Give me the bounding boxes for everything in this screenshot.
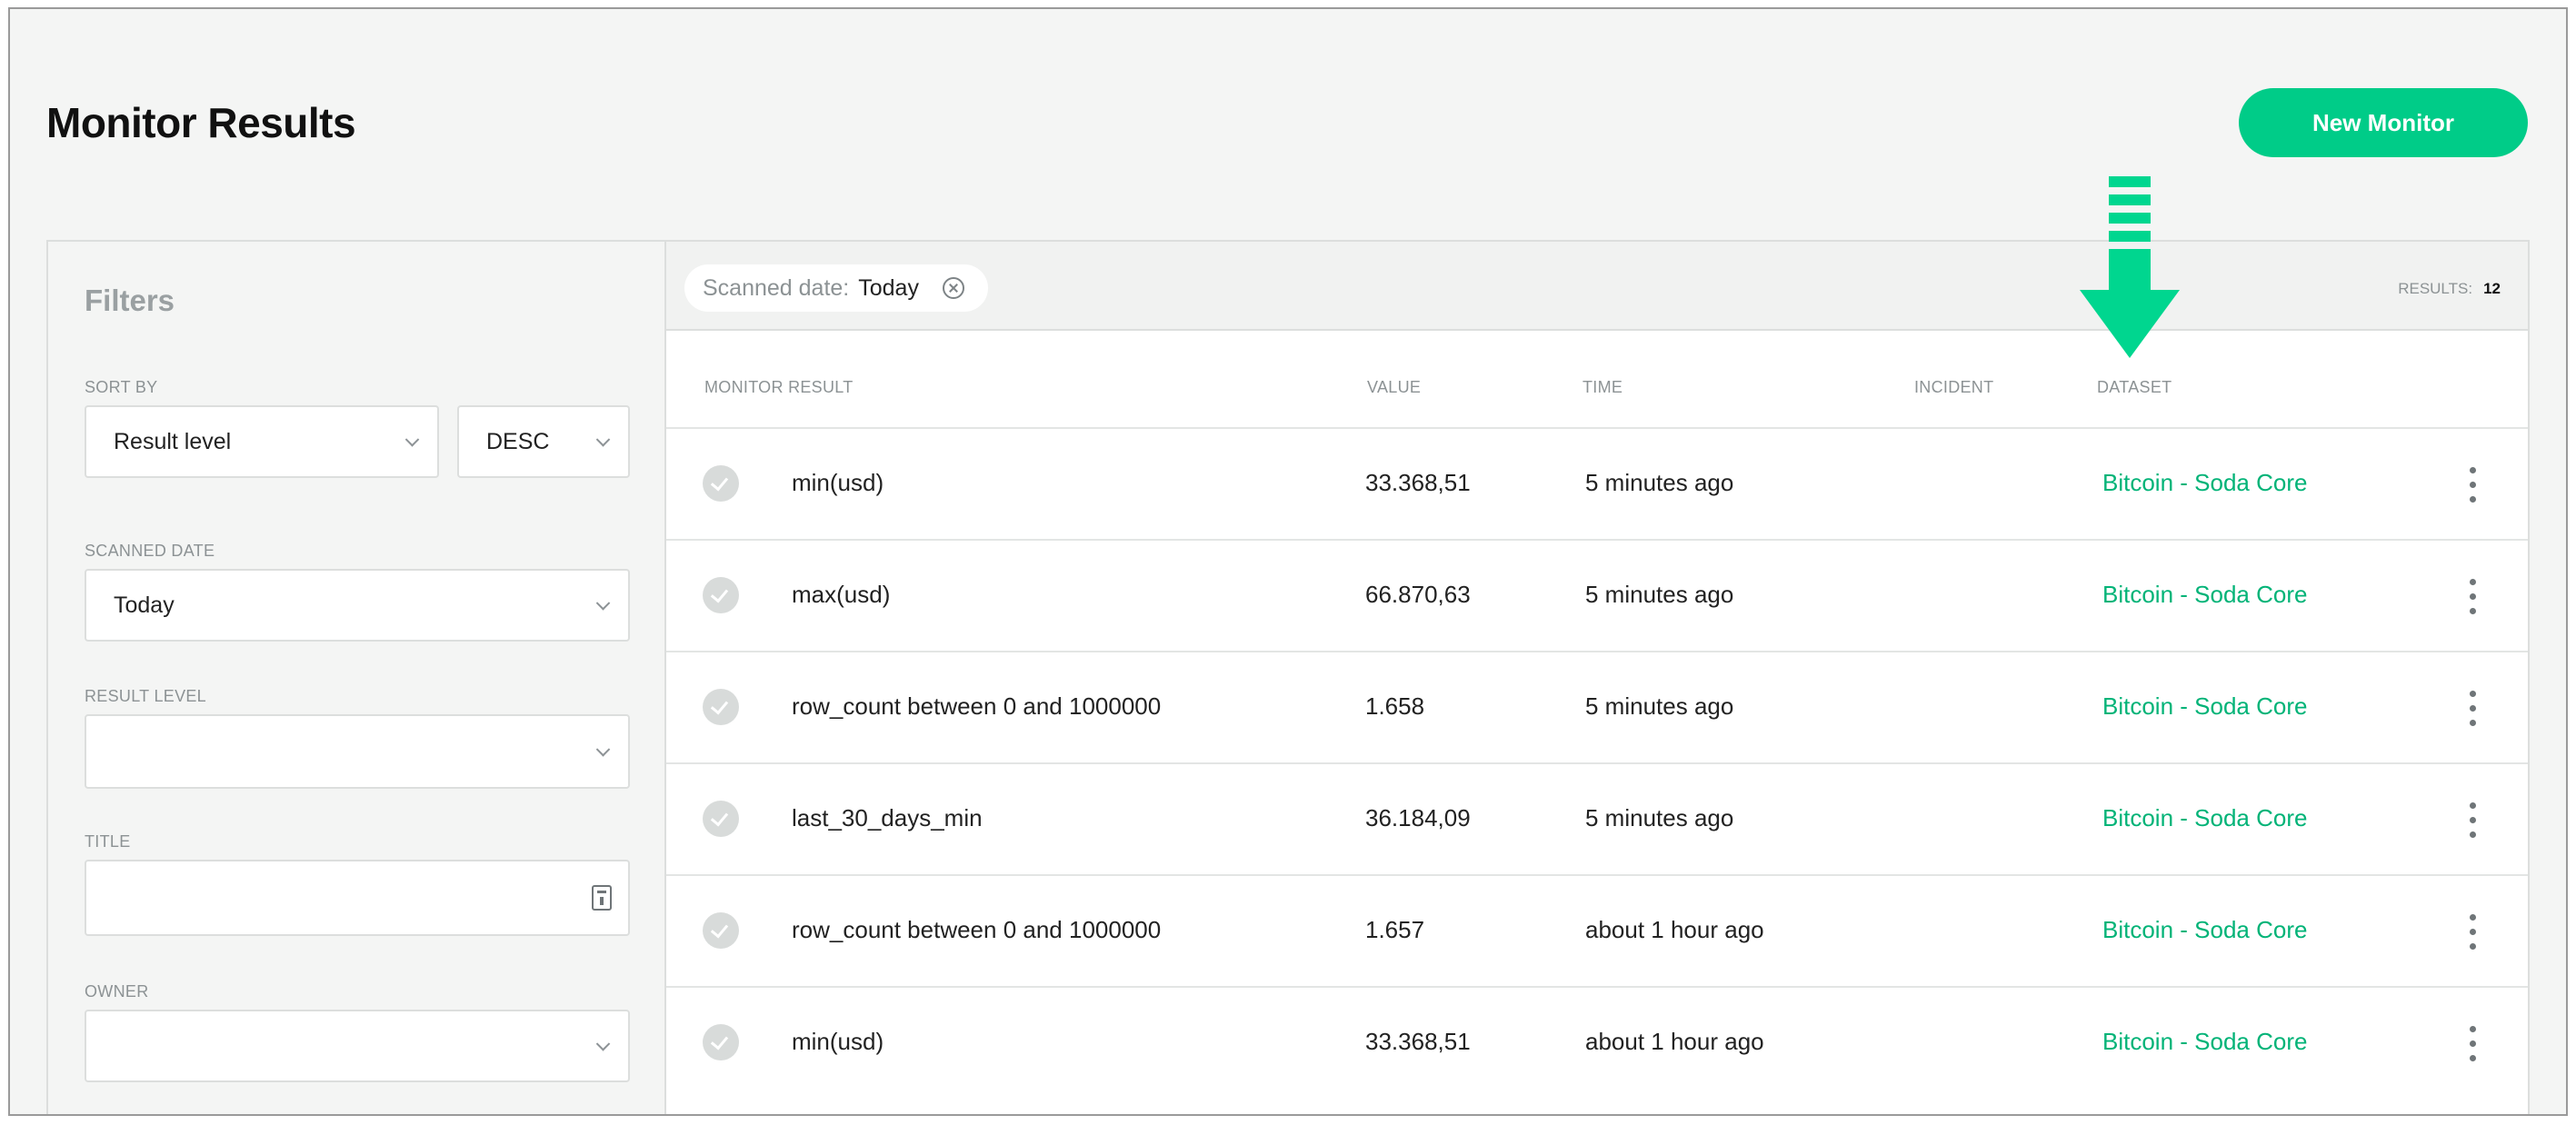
check-circle-icon: [703, 1024, 739, 1060]
chevron-down-icon: [404, 433, 420, 447]
title-label: TITLE: [85, 832, 131, 851]
results-header: Scanned date: Today RESULTS: 12: [666, 242, 2528, 331]
check-circle-icon: [703, 912, 739, 949]
value-cell: 66.870,63: [1365, 581, 1471, 608]
dataset-link[interactable]: Bitcoin - Soda Core: [2102, 692, 2307, 721]
column-header-incident[interactable]: INCIDENT: [1914, 378, 1993, 397]
table-row[interactable]: row_count between 0 and 1000000 1.657 abou…: [666, 874, 2528, 985]
calendar-icon[interactable]: [592, 885, 612, 911]
results-count-label: RESULTS:: [2398, 280, 2473, 297]
dataset-link[interactable]: Bitcoin - Soda Core: [2102, 469, 2307, 497]
value-cell: 1.657: [1365, 916, 1425, 943]
check-circle-icon: [703, 689, 739, 725]
page-title: Monitor Results: [46, 99, 356, 146]
monitor-result-cell: last_30_days_min: [792, 804, 983, 831]
time-cell: 5 minutes ago: [1585, 692, 1734, 720]
down-arrow-annotation: [2080, 176, 2180, 358]
scanned-date-value: Today: [114, 592, 175, 618]
dataset-link[interactable]: Bitcoin - Soda Core: [2102, 916, 2307, 944]
filters-panel: Filters SORT BY Result level DESC SCANNE…: [46, 240, 666, 1114]
kebab-menu-icon[interactable]: [2469, 579, 2476, 615]
column-header-value[interactable]: VALUE: [1367, 378, 1421, 397]
scanned-date-label: SCANNED DATE: [85, 542, 215, 560]
active-filter-chip[interactable]: Scanned date: Today: [684, 264, 988, 312]
time-cell: about 1 hour ago: [1585, 1028, 1764, 1055]
sort-order-value: DESC: [486, 428, 550, 454]
check-circle-icon: [703, 801, 739, 837]
chevron-down-icon: [595, 1037, 611, 1051]
chevron-down-icon: [595, 742, 611, 757]
table-row[interactable]: last_30_days_min 36.184,09 5 minutes ago Bi…: [666, 762, 2528, 873]
check-circle-icon: [703, 465, 739, 502]
table-row[interactable]: min(usd) 33.368,51 about 1 hour ago Bitcoin…: [666, 986, 2528, 1097]
time-cell: 5 minutes ago: [1585, 581, 1734, 608]
dataset-link[interactable]: Bitcoin - Soda Core: [2102, 804, 2307, 832]
sort-field-select[interactable]: Result level: [85, 405, 439, 478]
time-cell: 5 minutes ago: [1585, 469, 1734, 496]
column-header-dataset[interactable]: DATASET: [2097, 378, 2172, 397]
kebab-menu-icon[interactable]: [2469, 1026, 2476, 1062]
table-row[interactable]: row_count between 0 and 1000000 1.658 5 mi…: [666, 651, 2528, 762]
column-header-monitor-result[interactable]: MONITOR RESULT: [704, 378, 854, 397]
dataset-link[interactable]: Bitcoin - Soda Core: [2102, 581, 2307, 609]
check-circle-icon: [703, 577, 739, 613]
monitor-result-cell: row_count between 0 and 1000000: [792, 692, 1162, 720]
chevron-down-icon: [595, 596, 611, 611]
table-row[interactable]: max(usd) 66.870,63 5 minutes ago Bitcoin - …: [666, 539, 2528, 650]
time-cell: 5 minutes ago: [1585, 804, 1734, 831]
owner-label: OWNER: [85, 982, 149, 1001]
close-circle-icon[interactable]: [942, 277, 964, 299]
app-window: Monitor Results New Monitor Filters SORT…: [8, 7, 2568, 1116]
result-level-label: RESULT LEVEL: [85, 687, 206, 705]
chip-value: Today: [858, 274, 919, 301]
title-input[interactable]: [85, 860, 630, 936]
monitor-result-cell: max(usd): [792, 581, 891, 608]
owner-select[interactable]: [85, 1010, 630, 1082]
value-cell: 1.658: [1365, 692, 1425, 720]
value-cell: 36.184,09: [1365, 804, 1471, 831]
kebab-menu-icon[interactable]: [2469, 914, 2476, 951]
monitor-result-cell: min(usd): [792, 469, 884, 496]
value-cell: 33.368,51: [1365, 1028, 1471, 1055]
sort-order-select[interactable]: DESC: [457, 405, 630, 478]
monitor-result-cell: min(usd): [792, 1028, 884, 1055]
column-header-time[interactable]: TIME: [1583, 378, 1622, 397]
kebab-menu-icon[interactable]: [2469, 467, 2476, 503]
chevron-down-icon: [595, 433, 611, 447]
table-row[interactable]: min(usd) 33.368,51 5 minutes ago Bitcoin - …: [666, 427, 2528, 538]
chip-key: Scanned date:: [703, 274, 850, 301]
results-panel: Scanned date: Today RESULTS: 12 MONITOR …: [664, 240, 2530, 1114]
monitor-result-cell: row_count between 0 and 1000000: [792, 916, 1162, 943]
dataset-link[interactable]: Bitcoin - Soda Core: [2102, 1028, 2307, 1056]
filters-title: Filters: [85, 284, 175, 317]
time-cell: about 1 hour ago: [1585, 916, 1764, 943]
sort-by-label: SORT BY: [85, 378, 158, 396]
kebab-menu-icon[interactable]: [2469, 691, 2476, 727]
scanned-date-select[interactable]: Today: [85, 569, 630, 642]
kebab-menu-icon[interactable]: [2469, 802, 2476, 839]
results-count: RESULTS: 12: [2398, 280, 2501, 298]
value-cell: 33.368,51: [1365, 469, 1471, 496]
sort-field-value: Result level: [114, 428, 232, 454]
results-count-value: 12: [2483, 280, 2501, 297]
result-level-select[interactable]: [85, 714, 630, 789]
new-monitor-button[interactable]: New Monitor: [2239, 88, 2528, 157]
